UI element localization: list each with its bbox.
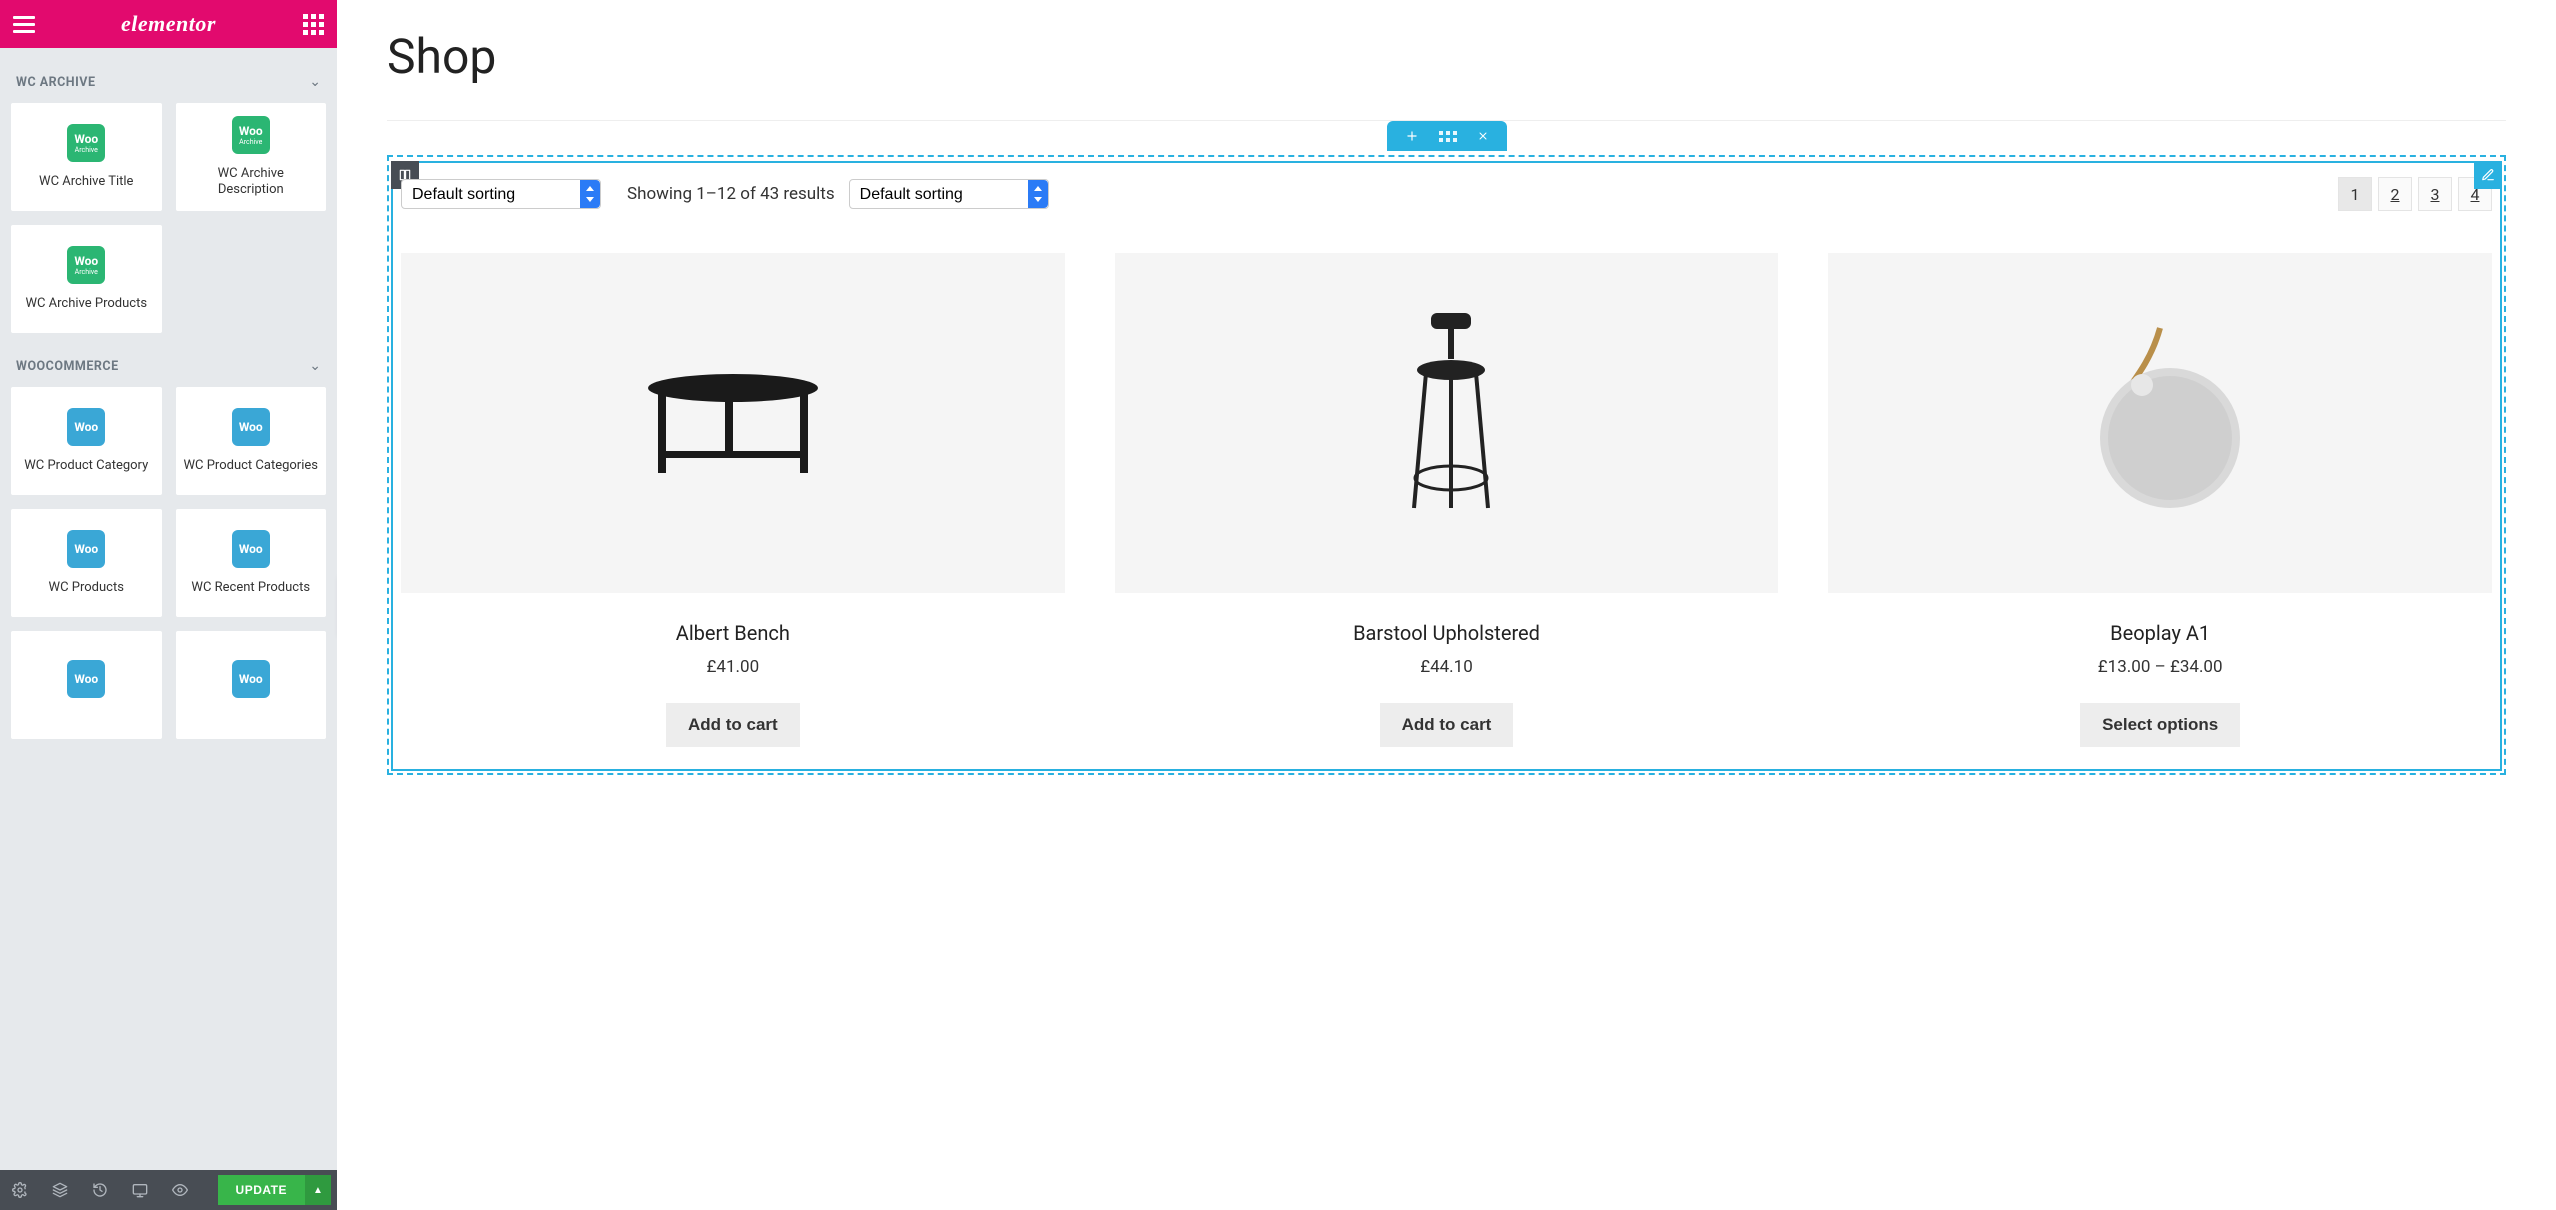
- widget-wc-extra-2[interactable]: Woo: [175, 630, 328, 740]
- add-section-icon[interactable]: [1405, 129, 1419, 143]
- woo-icon: Woo: [232, 660, 270, 698]
- sort-select-left[interactable]: Default sorting: [401, 179, 601, 209]
- widget-label: WC Product Categories: [184, 458, 318, 474]
- widget-label: WC Archive Description: [184, 166, 319, 197]
- update-button[interactable]: UPDATE: [218, 1175, 305, 1205]
- woo-icon: Woo: [232, 530, 270, 568]
- widget-wc-products[interactable]: Woo WC Products: [10, 508, 163, 618]
- apps-grid-icon[interactable]: [299, 10, 327, 38]
- product-price: £44.10: [1115, 657, 1779, 677]
- results-count: Showing 1–12 of 43 results: [627, 184, 835, 204]
- update-button-group: UPDATE ▲: [218, 1175, 337, 1205]
- section-header-woocommerce[interactable]: WOOCOMMERCE ⌄: [10, 344, 327, 386]
- responsive-icon[interactable]: [120, 1170, 160, 1210]
- page-3[interactable]: 3: [2418, 177, 2452, 211]
- page-2[interactable]: 2: [2378, 177, 2412, 211]
- add-to-cart-button[interactable]: Add to cart: [1380, 703, 1514, 747]
- widget-wc-archive-title[interactable]: WooArchive WC Archive Title: [10, 102, 163, 212]
- remove-section-icon[interactable]: [1477, 130, 1489, 142]
- navigator-icon[interactable]: [40, 1170, 80, 1210]
- update-options-caret-icon[interactable]: ▲: [305, 1175, 331, 1205]
- woo-archive-icon: WooArchive: [232, 116, 270, 154]
- section-controls-tab: [1387, 121, 1507, 151]
- woo-icon: Woo: [232, 408, 270, 446]
- sort-select[interactable]: Default sorting: [849, 179, 1049, 209]
- widget-label: WC Recent Products: [191, 580, 310, 596]
- woo-archive-icon: WooArchive: [67, 246, 105, 284]
- widget-wc-extra-1[interactable]: Woo: [10, 630, 163, 740]
- preview-icon[interactable]: [160, 1170, 200, 1210]
- product-card[interactable]: Barstool Upholstered £44.10 Add to cart: [1115, 253, 1779, 747]
- section-label: WOOCOMMERCE: [16, 359, 119, 374]
- elementor-section[interactable]: Default sorting Showing 1–12 of 43 resul…: [387, 155, 2506, 775]
- product-price: £41.00: [401, 657, 1065, 677]
- product-card[interactable]: Albert Bench £41.00 Add to cart: [401, 253, 1065, 747]
- product-price: £13.00 – £34.00: [1828, 657, 2492, 677]
- woo-icon: Woo: [67, 530, 105, 568]
- page-1[interactable]: 1: [2338, 177, 2372, 211]
- elementor-column[interactable]: Default sorting Showing 1–12 of 43 resul…: [391, 161, 2502, 771]
- product-grid: Albert Bench £41.00 Add to cart: [401, 253, 2492, 747]
- page-title: Shop: [387, 28, 2506, 85]
- widget-wc-product-category[interactable]: Woo WC Product Category: [10, 386, 163, 496]
- product-image: [1115, 253, 1779, 593]
- section-label: WC ARCHIVE: [16, 75, 96, 90]
- pagination: 1 2 3 4: [2338, 177, 2492, 211]
- product-image: [401, 253, 1065, 593]
- section-header-wc-archive[interactable]: WC ARCHIVE ⌄: [10, 60, 327, 102]
- product-title: Barstool Upholstered: [1115, 621, 1779, 645]
- woo-icon: Woo: [67, 660, 105, 698]
- sort-select-right[interactable]: Default sorting: [849, 179, 1049, 209]
- select-options-button[interactable]: Select options: [2080, 703, 2240, 747]
- widget-label: WC Product Category: [24, 458, 148, 474]
- shop-toolbar: Default sorting Showing 1–12 of 43 resul…: [401, 177, 2492, 211]
- chevron-down-icon: ⌄: [309, 74, 321, 90]
- chevron-down-icon: ⌄: [309, 358, 321, 374]
- widget-wc-product-categories[interactable]: Woo WC Product Categories: [175, 386, 328, 496]
- sidebar-header: elementor: [0, 0, 337, 48]
- history-icon[interactable]: [80, 1170, 120, 1210]
- widget-wc-archive-products[interactable]: WooArchive WC Archive Products: [10, 224, 163, 334]
- widget-grid-wc-archive: WooArchive WC Archive Title WooArchive W…: [10, 102, 327, 334]
- edit-widget-icon[interactable]: [2474, 161, 2502, 189]
- product-card[interactable]: Beoplay A1 £13.00 – £34.00 Select option…: [1828, 253, 2492, 747]
- widget-wc-recent-products[interactable]: Woo WC Recent Products: [175, 508, 328, 618]
- drag-section-icon[interactable]: [1439, 131, 1457, 142]
- woo-icon: Woo: [67, 408, 105, 446]
- brand-logo: elementor: [38, 11, 299, 37]
- widget-grid-woocommerce: Woo WC Product Category Woo WC Product C…: [10, 386, 327, 740]
- sort-select[interactable]: Default sorting: [401, 179, 601, 209]
- product-image: [1828, 253, 2492, 593]
- product-title: Albert Bench: [401, 621, 1065, 645]
- editor-canvas: Shop: [337, 0, 2556, 1210]
- widget-wc-archive-description[interactable]: WooArchive WC Archive Description: [175, 102, 328, 212]
- elementor-sidebar: elementor WC ARCHIVE ⌄ WooArchive WC Arc…: [0, 0, 337, 1210]
- woo-archive-icon: WooArchive: [67, 124, 105, 162]
- add-to-cart-button[interactable]: Add to cart: [666, 703, 800, 747]
- settings-icon[interactable]: [0, 1170, 40, 1210]
- widget-label: WC Archive Title: [39, 174, 133, 190]
- product-title: Beoplay A1: [1828, 621, 2492, 645]
- sidebar-body: WC ARCHIVE ⌄ WooArchive WC Archive Title…: [0, 48, 337, 1210]
- sidebar-footer: UPDATE ▲: [0, 1170, 337, 1210]
- widget-label: WC Archive Products: [25, 296, 147, 312]
- hamburger-menu-icon[interactable]: [10, 10, 38, 38]
- widget-label: WC Products: [49, 580, 124, 596]
